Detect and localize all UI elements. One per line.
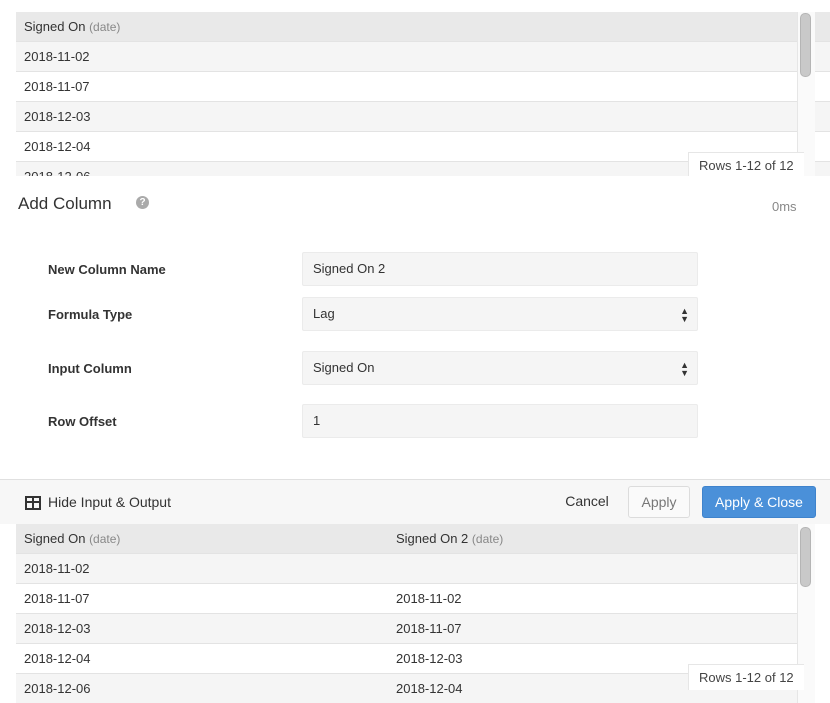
table-cell: 2018-11-07 [24,79,90,94]
new-column-name-label: New Column Name [48,262,166,277]
table-row: 2018-11-07 [16,71,830,102]
table-row: 2018-11-02 [16,41,830,72]
row-count: Rows 1-12 of 12 [688,152,804,176]
table-cell: 2018-12-06 [16,162,765,176]
scrollbar-thumb[interactable] [800,527,811,587]
select-arrows-icon: ▲ ▼ [680,306,689,324]
formula-type-label: Formula Type [48,307,133,322]
table-cell: 2018-12-03 [24,109,91,124]
apply-button[interactable]: Apply [628,486,690,518]
input-column-label: Input Column [48,361,132,376]
column-header-signed-on[interactable]: Signed On (date) [16,524,388,554]
table-row: 2018-11-02 [16,553,806,584]
table-header-row: Signed On (date) [16,12,830,42]
table-row: 2018-12-03 2018-11-07 [16,613,806,644]
table-row: 2018-12-03 [16,101,830,132]
row-offset-input[interactable]: 1 [302,404,698,438]
table-cell: 2018-11-02 [24,49,90,64]
apply-and-close-button[interactable]: Apply & Close [702,486,816,518]
panel-title: Add Column [18,194,112,213]
input-data-table: Signed On (date) 2018-11-02 2018-11-07 2… [0,0,830,176]
scrollbar-thumb[interactable] [800,13,811,77]
table-cell: 2018-11-07 [396,621,462,636]
table-cell: 2018-12-04 [24,651,91,666]
row-offset-label: Row Offset [48,414,117,429]
table-header-row: Signed On (date) Signed On 2 (date) [16,524,806,554]
table-row: 2018-11-07 2018-11-02 [16,583,806,614]
panel-toolbar: Hide Input & Output Cancel Apply Apply &… [0,479,830,526]
table-cell: 2018-12-04 [24,139,91,154]
column-header-signed-on[interactable]: Signed On (date) [16,12,765,42]
help-icon[interactable]: ? [136,196,149,209]
cancel-button[interactable]: Cancel [556,486,618,518]
select-arrows-icon: ▲ ▼ [680,360,689,378]
formula-type-select[interactable]: Lag ▲ ▼ [302,297,698,331]
timing-label: 0ms [772,199,797,214]
new-column-name-input[interactable]: Signed On 2 [302,252,698,286]
table-cell: 2018-11-02 [396,591,462,606]
table-grid-icon [25,496,41,510]
row-count: Rows 1-12 of 12 [688,664,804,690]
table-cell: 2018-12-06 [24,681,91,696]
table-cell [388,554,806,584]
table-cell: 2018-11-07 [24,591,90,606]
column-header-signed-on-2[interactable]: Signed On 2 (date) [388,524,806,554]
table-cell: 2018-11-02 [24,561,90,576]
table-cell: 2018-12-03 [24,621,91,636]
input-column-select[interactable]: Signed On ▲ ▼ [302,351,698,385]
